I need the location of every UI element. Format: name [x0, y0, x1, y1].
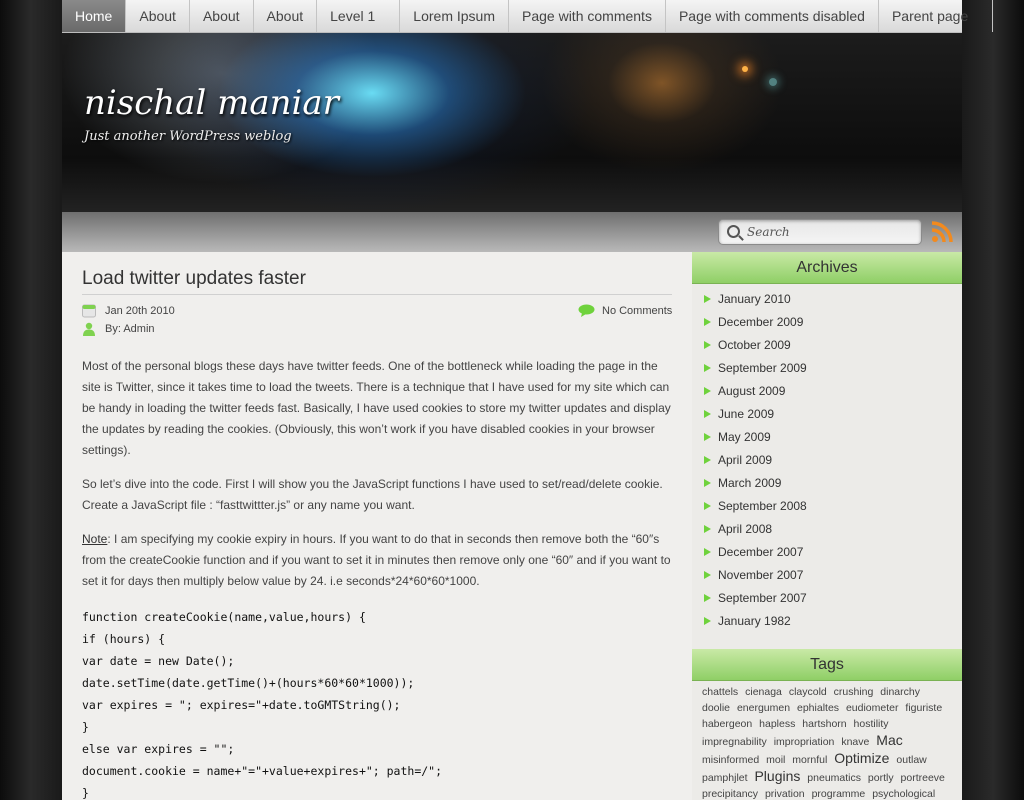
- tag-link[interactable]: chattels: [702, 686, 738, 698]
- tags-heading: Tags: [692, 649, 962, 681]
- tag-link[interactable]: figuriste: [905, 702, 942, 714]
- tag-link[interactable]: mornful: [792, 754, 827, 766]
- rss-feed-icon[interactable]: [931, 221, 953, 243]
- archive-link[interactable]: January 1982: [692, 610, 958, 633]
- tag-link[interactable]: crushing: [834, 686, 874, 698]
- site-header: nischal maniar Just another WordPress we…: [62, 33, 962, 212]
- archive-link[interactable]: November 2007: [692, 564, 958, 587]
- comment-bubble-icon: [578, 304, 595, 317]
- nav-tab-parent-page[interactable]: Parent page: [879, 0, 994, 32]
- tag-cloud: chattels cienaga claycold crushing dinar…: [702, 684, 954, 800]
- tag-link[interactable]: moil: [766, 754, 785, 766]
- search-bar-strip: [62, 212, 962, 252]
- tag-link[interactable]: hartshorn: [802, 718, 846, 730]
- site-tagline: Just another WordPress weblog: [84, 129, 292, 144]
- tag-link[interactable]: outlaw: [896, 754, 926, 766]
- note-label: Note: [82, 532, 108, 546]
- site-title[interactable]: nischal maniar: [84, 83, 339, 123]
- tag-link[interactable]: impregnability: [702, 736, 767, 748]
- nav-tab-lorem-ipsum[interactable]: Lorem Ipsum: [400, 0, 509, 32]
- archive-link[interactable]: September 2008: [692, 495, 958, 518]
- lens-flare-decoration: [742, 66, 748, 72]
- tag-link[interactable]: misinformed: [702, 754, 759, 766]
- code-line: date.setTime(date.getTime()+(hours*60*60…: [82, 676, 415, 690]
- tag-link[interactable]: knave: [841, 736, 869, 748]
- nav-tab-home[interactable]: Home: [62, 0, 127, 32]
- comments-link[interactable]: No Comments: [602, 305, 672, 317]
- tag-link[interactable]: ephialtes: [797, 702, 839, 714]
- code-line: if (hours) {: [82, 632, 166, 646]
- user-icon: [83, 322, 95, 336]
- archive-link[interactable]: October 2009: [692, 334, 958, 357]
- tag-link[interactable]: cienaga: [745, 686, 782, 698]
- search-icon: [727, 225, 740, 238]
- code-line: }: [82, 786, 89, 800]
- nav-tab-about[interactable]: About: [126, 0, 190, 32]
- archive-link[interactable]: December 2007: [692, 541, 958, 564]
- post-paragraph-2: So let’s dive into the code. First I wil…: [82, 477, 663, 512]
- tag-link[interactable]: habergeon: [702, 718, 752, 730]
- code-line: }: [82, 720, 89, 734]
- code-line: else var expires = "";: [82, 742, 235, 756]
- archive-link[interactable]: August 2009: [692, 380, 958, 403]
- tag-link[interactable]: hostility: [854, 718, 889, 730]
- nav-tab-page-with-comments[interactable]: Page with comments: [509, 0, 666, 32]
- tag-link[interactable]: Optimize: [834, 750, 889, 766]
- nav-tab-about-2[interactable]: About: [190, 0, 254, 32]
- nav-tab-level-1[interactable]: Level 1: [317, 0, 401, 32]
- post-date: Jan 20th 2010: [105, 305, 175, 317]
- tag-link[interactable]: Mac: [876, 732, 902, 748]
- tag-link[interactable]: impropriation: [774, 736, 835, 748]
- archive-link[interactable]: September 2009: [692, 357, 958, 380]
- tag-link[interactable]: portly: [868, 772, 894, 784]
- archives-list: January 2010 December 2009 October 2009 Sep…: [692, 288, 958, 633]
- tag-link[interactable]: claycold: [789, 686, 827, 698]
- post-paragraph-3: Note: I am specifying my cookie expiry i…: [82, 529, 674, 592]
- post-body: Most of the personal blogs these days ha…: [82, 356, 674, 800]
- main-content: Load twitter updates faster Jan 20th 201…: [62, 252, 692, 800]
- tag-link[interactable]: programme: [812, 788, 866, 800]
- tag-link[interactable]: dinarchy: [880, 686, 920, 698]
- archive-link[interactable]: December 2009: [692, 311, 958, 334]
- archive-link[interactable]: January 2010: [692, 288, 958, 311]
- post-paragraph-1: Most of the personal blogs these days ha…: [82, 359, 671, 457]
- top-navigation: Home About About About Level 1 Lorem Ips…: [62, 0, 994, 33]
- lens-flare-decoration-2: [769, 78, 777, 86]
- code-line: document.cookie = name+"="+value+expires…: [82, 764, 443, 778]
- nav-tab-comments-disabled[interactable]: Page with comments disabled: [666, 0, 879, 32]
- note-text: : I am specifying my cookie expiry in ho…: [82, 532, 671, 588]
- tag-link[interactable]: psychological: [872, 788, 935, 800]
- archive-link[interactable]: June 2009: [692, 403, 958, 426]
- tag-link[interactable]: portreeve: [901, 772, 945, 784]
- title-divider: [82, 294, 672, 295]
- nav-tab-about-3[interactable]: About: [254, 0, 318, 32]
- tag-link[interactable]: eudiometer: [846, 702, 899, 714]
- tag-link[interactable]: hapless: [759, 718, 795, 730]
- tag-link[interactable]: Plugins: [754, 768, 800, 784]
- archive-link[interactable]: March 2009: [692, 472, 958, 495]
- code-line: function createCookie(name,value,hours) …: [82, 610, 366, 624]
- calendar-icon: [82, 304, 96, 318]
- tag-link[interactable]: pneumatics: [807, 772, 861, 784]
- archive-link[interactable]: May 2009: [692, 426, 958, 449]
- tag-link[interactable]: doolie: [702, 702, 730, 714]
- archive-link[interactable]: April 2009: [692, 449, 958, 472]
- code-block: function createCookie(name,value,hours) …: [82, 606, 674, 800]
- search-box: [718, 219, 922, 245]
- page-wrapper: Home About About About Level 1 Lorem Ips…: [62, 0, 994, 800]
- post-author: By: Admin: [105, 323, 155, 335]
- code-line: var date = new Date();: [82, 654, 235, 668]
- archive-link[interactable]: April 2008: [692, 518, 958, 541]
- archive-link[interactable]: September 2007: [692, 587, 958, 610]
- search-input[interactable]: [747, 223, 912, 241]
- code-line: var expires = "; expires="+date.toGMTStr…: [82, 698, 401, 712]
- archives-heading: Archives: [692, 252, 962, 284]
- post-title[interactable]: Load twitter updates faster: [82, 268, 306, 290]
- tag-link[interactable]: pamphjlet: [702, 772, 748, 784]
- tag-link[interactable]: energumen: [737, 702, 790, 714]
- sidebar: Archives January 2010 December 2009 Octobe…: [692, 252, 962, 800]
- tag-link[interactable]: privation: [765, 788, 805, 800]
- tag-link[interactable]: precipitancy: [702, 788, 758, 800]
